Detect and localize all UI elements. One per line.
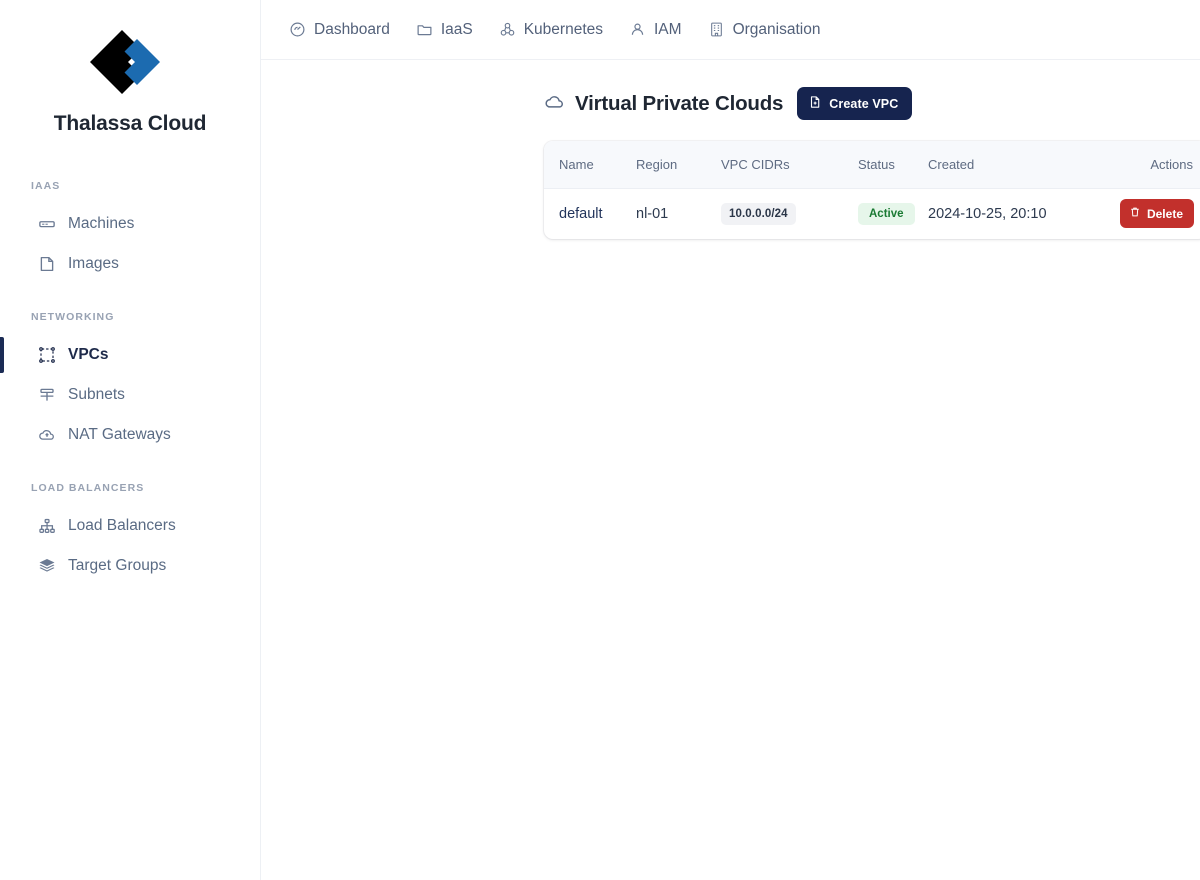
brand: Thalassa Cloud	[0, 26, 260, 136]
sidebar-item-label: Load Balancers	[68, 517, 176, 534]
sidebar-item-label: Images	[68, 255, 119, 272]
sidebar-item-target-groups[interactable]: Target Groups	[0, 546, 260, 586]
column-header-cidrs: VPC CIDRs	[721, 141, 858, 189]
column-header-actions: Actions	[1103, 141, 1200, 189]
topnav-item-iaas[interactable]: IaaS	[416, 21, 473, 39]
delete-vpc-button[interactable]: Delete	[1119, 199, 1194, 229]
cloud-icon	[544, 91, 565, 117]
sidebar-item-machines[interactable]: Machines	[0, 204, 260, 244]
column-header-created: Created	[928, 141, 1103, 189]
sidebar-item-label: Subnets	[68, 386, 125, 403]
table-header-row: Name Region VPC CIDRs Status Created Act…	[544, 141, 1200, 189]
thalassa-chevron-diamond-logo-icon	[90, 30, 160, 94]
sidebar-item-nat-gateways[interactable]: NAT Gateways	[0, 415, 260, 455]
sidebar-item-label: VPCs	[68, 346, 109, 363]
topnav-item-label: Dashboard	[314, 20, 390, 38]
sidebar: Thalassa Cloud IAAS Machines Images NETW…	[0, 0, 261, 880]
sidebar-item-load-balancers[interactable]: Load Balancers	[0, 506, 260, 546]
sidebar-nav: IAAS Machines Images NETWORKING VPCs Sub…	[0, 180, 260, 586]
gauge-icon	[289, 21, 306, 38]
topnav-item-label: Kubernetes	[523, 20, 603, 38]
brand-logo	[10, 26, 250, 98]
trash-icon	[1129, 206, 1141, 221]
cell-cidr: 10.0.0.0/24	[721, 188, 858, 239]
topnav-item-label: IAM	[654, 20, 682, 38]
topnav-item-label: Organisation	[732, 20, 821, 38]
content-columns: Name Region VPC CIDRs Status Created Act…	[261, 120, 1200, 602]
page-title-wrap: Virtual Private Clouds	[544, 91, 783, 117]
layers-icon	[37, 557, 56, 576]
sidebar-item-label: Target Groups	[68, 557, 167, 574]
vpc-table-body: default nl-01 10.0.0.0/24 Active 2024-10…	[544, 188, 1200, 239]
cell-region: nl-01	[636, 205, 669, 222]
nav-group-label-load-balancers: LOAD BALANCERS	[31, 482, 145, 494]
cidr-badge: 10.0.0.0/24	[721, 202, 796, 225]
folder-icon	[416, 21, 433, 38]
vpc-table-head: Name Region VPC CIDRs Status Created Act…	[544, 141, 1200, 189]
page-header: Virtual Private Clouds Create VPC	[261, 87, 1200, 120]
topnav-item-iam[interactable]: IAM	[629, 21, 682, 39]
user-icon	[629, 21, 646, 38]
vpc-table: Name Region VPC CIDRs Status Created Act…	[544, 141, 1200, 239]
delete-vpc-button-label: Delete	[1146, 206, 1183, 221]
vpc-table-card: Name Region VPC CIDRs Status Created Act…	[544, 141, 1200, 239]
file-image-icon	[37, 255, 56, 274]
cloud-upload-icon	[37, 426, 56, 445]
brand-name: Thalassa Cloud	[53, 112, 207, 135]
table-row[interactable]: default nl-01 10.0.0.0/24 Active 2024-10…	[544, 188, 1200, 239]
building-icon	[708, 21, 725, 38]
nav-group-label-networking: NETWORKING	[31, 311, 115, 323]
main-area: Dashboard IaaS Kubernetes IAM Organisati…	[261, 0, 1200, 880]
cell-created: 2024-10-25, 20:10	[928, 205, 1047, 222]
nav-group-iaas: IAAS Machines Images	[0, 180, 260, 284]
nav-group-load-balancers: LOAD BALANCERS Load Balancers Target Gro…	[0, 482, 260, 586]
server-icon	[37, 215, 56, 234]
create-vpc-button-label: Create VPC	[829, 96, 899, 111]
subnet-icon	[37, 386, 56, 405]
file-plus-icon	[808, 95, 822, 112]
vpc-boundary-icon	[37, 346, 56, 365]
topnav-item-kubernetes[interactable]: Kubernetes	[499, 21, 603, 39]
column-header-status: Status	[858, 141, 928, 189]
nav-group-networking: NETWORKING VPCs Subnets NAT Gateways	[0, 311, 260, 455]
nav-group-label-iaas: IAAS	[31, 180, 61, 192]
column-header-region: Region	[636, 141, 721, 189]
kubernetes-icon	[499, 21, 516, 38]
network-tree-icon	[37, 517, 56, 536]
sidebar-item-vpcs[interactable]: VPCs	[0, 335, 260, 375]
sidebar-item-images[interactable]: Images	[0, 244, 260, 284]
topnav-item-label: IaaS	[440, 20, 473, 38]
cell-status: Active	[858, 188, 928, 239]
cell-name[interactable]: default	[544, 188, 636, 239]
sidebar-item-label: Machines	[68, 215, 135, 232]
page-title: Virtual Private Clouds	[575, 91, 784, 115]
page-content: Virtual Private Clouds Create VPC Name R…	[261, 60, 1200, 880]
app-root: Thalassa Cloud IAAS Machines Images NETW…	[0, 0, 1200, 880]
sidebar-item-label: NAT Gateways	[68, 426, 171, 443]
status-badge: Active	[858, 202, 915, 225]
column-header-name: Name	[544, 141, 636, 189]
topnav-item-organisation[interactable]: Organisation	[708, 20, 821, 39]
cell-actions: Delete	[1103, 188, 1200, 239]
topnav-item-dashboard[interactable]: Dashboard	[289, 21, 390, 39]
sidebar-item-subnets[interactable]: Subnets	[0, 375, 260, 415]
create-vpc-button[interactable]: Create VPC	[797, 87, 913, 120]
top-navbar: Dashboard IaaS Kubernetes IAM Organisati…	[261, 0, 1200, 60]
